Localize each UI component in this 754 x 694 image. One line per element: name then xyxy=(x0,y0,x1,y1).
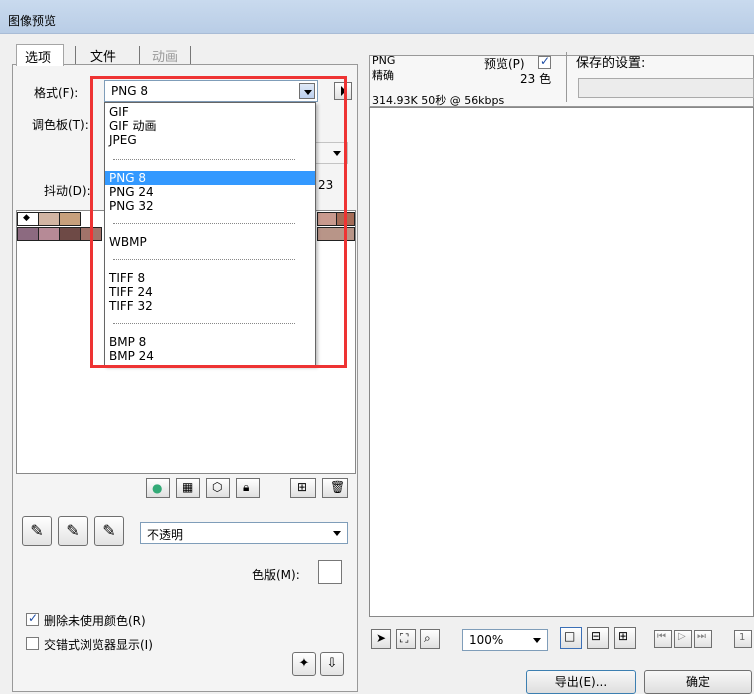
palette-swatch[interactable] xyxy=(59,212,81,226)
color-wheel-icon: ● xyxy=(152,481,163,495)
preview-area[interactable] xyxy=(369,107,754,617)
chevron-down-icon[interactable] xyxy=(529,632,545,648)
preview-label: 预览(P) xyxy=(484,57,525,71)
preview-stats: 314.93K 50秒 @ 56kbps xyxy=(372,94,505,107)
title-bar: 图像预览 xyxy=(0,0,754,34)
trash-icon: 🗑︎ xyxy=(330,480,346,494)
quad-view-button[interactable]: ⊞ xyxy=(614,627,636,649)
palette-lock-button[interactable]: 🔒︎ xyxy=(236,478,260,498)
last-frame-icon: ⏭ xyxy=(697,631,706,642)
remove-unused-colors-label: 删除未使用颜色(R) xyxy=(44,614,146,628)
first-frame-button[interactable]: ⏮ xyxy=(654,630,672,648)
export-label: 导出(E)... xyxy=(554,675,608,689)
split-view-button[interactable]: ⊟ xyxy=(587,627,609,649)
lock-icon: ◆ xyxy=(23,213,30,223)
format-label: 格式(F): xyxy=(34,86,79,100)
preview-checkbox[interactable] xyxy=(538,54,551,69)
chevron-down-icon[interactable] xyxy=(329,525,345,541)
eyedropper-add-button[interactable]: ✎ xyxy=(58,516,88,546)
crop-icon: ⛶ xyxy=(400,631,409,645)
divider xyxy=(566,52,567,102)
palette-swatch[interactable] xyxy=(17,227,39,241)
zoom-value: 100% xyxy=(469,633,504,647)
wizard-icon: ⇩ xyxy=(326,656,338,671)
magnifier-icon: ⌕ xyxy=(424,631,431,645)
eyedropper-icon: ✎ xyxy=(30,521,44,540)
palette-label: 调色板(T): xyxy=(32,118,89,132)
saved-settings-label: 保存的设置: xyxy=(576,56,646,71)
tab-file-label: 文件 xyxy=(90,50,117,65)
pointer-tool-button[interactable]: ➤ xyxy=(371,629,391,649)
dither-label: 抖动(D): xyxy=(44,184,91,198)
frame-number[interactable]: 1 xyxy=(734,630,752,648)
tab-animation-label: 动画 xyxy=(152,50,179,65)
palette-color-button[interactable]: ● xyxy=(146,478,170,498)
frame-number-label: 1 xyxy=(739,632,746,643)
window-title: 图像预览 xyxy=(8,14,57,28)
tab-file[interactable]: 文件 xyxy=(82,44,134,66)
tab-animation[interactable]: 动画 xyxy=(144,44,196,66)
eyedropper-minus-icon: ✎ xyxy=(102,521,116,540)
play-button[interactable]: ▷ xyxy=(674,630,692,648)
export-button[interactable]: 导出(E)... xyxy=(526,670,636,694)
zoom-select[interactable]: 100% xyxy=(462,629,548,651)
grid-icon: ▦ xyxy=(182,480,194,494)
play-icon: ▷ xyxy=(678,631,686,642)
first-frame-icon: ⏮ xyxy=(657,631,666,642)
tab-options-label: 选项 xyxy=(25,51,52,66)
palette-delete-button[interactable]: 🗑︎ xyxy=(322,478,348,498)
eyedropper-button[interactable]: ✎ xyxy=(22,516,52,546)
crop-tool-button[interactable]: ⛶ xyxy=(396,629,416,649)
preview-colors: 23 色 xyxy=(520,72,552,86)
remove-unused-colors-checkbox[interactable] xyxy=(26,611,39,626)
preview-format: PNG xyxy=(372,54,396,67)
saved-settings-select[interactable] xyxy=(578,78,754,98)
tab-options[interactable]: 选项 xyxy=(16,44,64,66)
highlight-box xyxy=(90,76,347,368)
split-view-icon: ⊟ xyxy=(591,629,602,643)
eyedropper-plus-icon: ✎ xyxy=(66,521,80,540)
matte-label: 色版(M): xyxy=(252,568,300,582)
palette-swatch[interactable] xyxy=(38,227,60,241)
transparency-value: 不透明 xyxy=(147,528,184,542)
wand-button[interactable]: ✦ xyxy=(292,652,316,676)
zoom-tool-button[interactable]: ⌕ xyxy=(420,629,440,649)
last-frame-button[interactable]: ⏭ xyxy=(694,630,712,648)
add-color-icon: ⊞ xyxy=(297,480,308,494)
tab-separator xyxy=(75,46,76,64)
eyedropper-subtract-button[interactable]: ✎ xyxy=(94,516,124,546)
tab-separator xyxy=(190,46,191,64)
palette-snap-button[interactable]: ▦ xyxy=(176,478,200,498)
cube-icon: ⬡ xyxy=(212,480,223,494)
transparency-select[interactable]: 不透明 xyxy=(140,522,348,544)
ok-label: 确定 xyxy=(685,675,710,689)
quad-view-icon: ⊞ xyxy=(618,629,629,643)
magic-wand-icon: ✦ xyxy=(298,656,310,671)
palette-swatch[interactable] xyxy=(38,212,60,226)
single-view-icon: □ xyxy=(564,629,576,643)
single-view-button[interactable]: □ xyxy=(560,627,582,649)
interlaced-label: 交错式浏览器显示(I) xyxy=(44,638,153,652)
ok-button[interactable]: 确定 xyxy=(644,670,752,694)
preview-quality: 精确 xyxy=(372,69,394,82)
matte-color-swatch[interactable] xyxy=(318,560,342,584)
export-wizard-button[interactable]: ⇩ xyxy=(320,652,344,676)
pointer-icon: ➤ xyxy=(376,631,387,645)
palette-swatch[interactable] xyxy=(59,227,81,241)
tab-separator xyxy=(139,46,140,64)
palette-web-button[interactable]: ⬡ xyxy=(206,478,230,498)
interlaced-checkbox[interactable] xyxy=(26,637,39,650)
palette-swatch[interactable]: ◆ xyxy=(17,212,39,226)
palette-add-button[interactable]: ⊞ xyxy=(290,478,316,498)
lock-icon: 🔒︎ xyxy=(243,480,250,494)
